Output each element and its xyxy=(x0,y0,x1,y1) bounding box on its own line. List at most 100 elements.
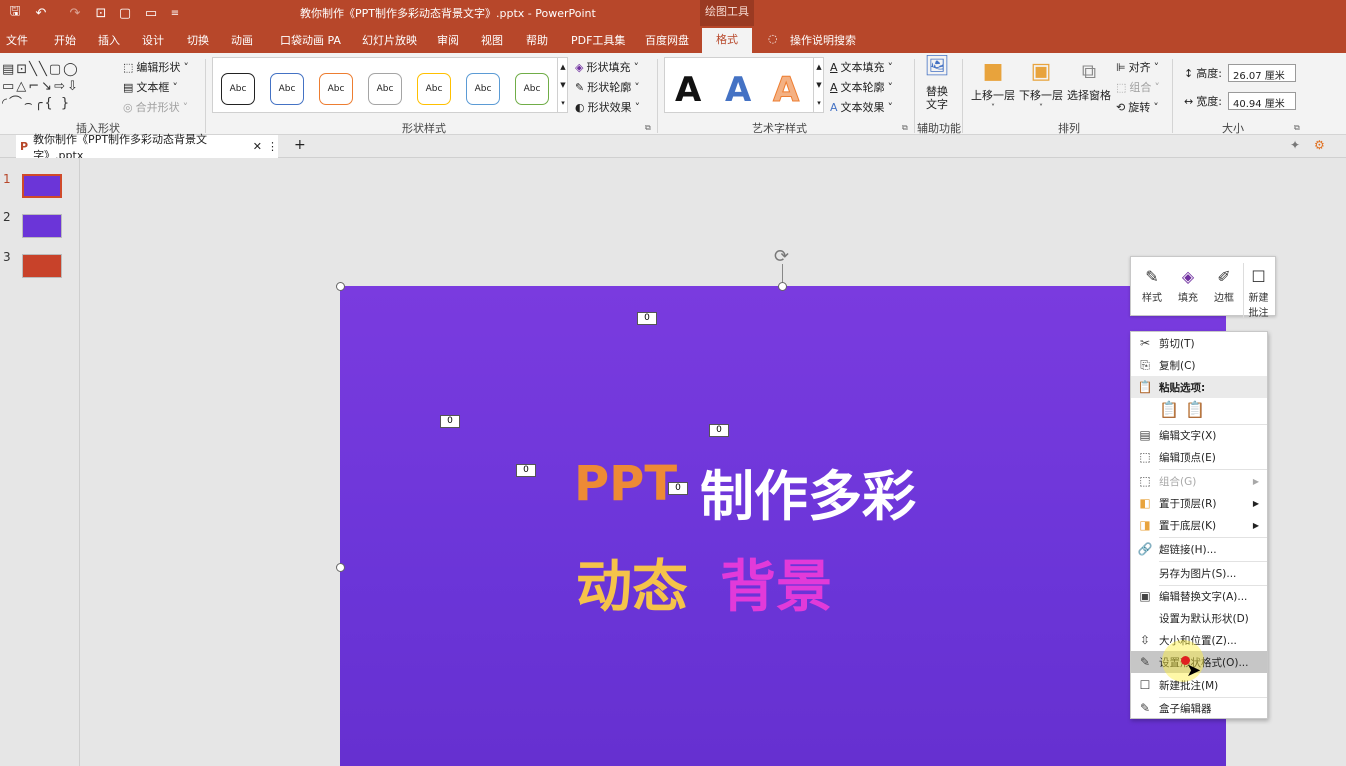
new-tab-icon[interactable]: + xyxy=(294,137,306,153)
title-text-line1[interactable]: 制作多彩 xyxy=(700,452,916,531)
shape-styles-gallery[interactable]: Abc Abc Abc Abc Abc Abc Abc ▲ ▼ ▾ xyxy=(212,57,568,113)
dialog-launcher-icon[interactable]: ⧉ xyxy=(645,123,651,133)
title-bar: 🖫 ↶ ↷ ⊡ ▢ ▭ ≡ 教你制作《PPT制作多彩动态背景文字》.pptx -… xyxy=(0,0,1346,26)
comment-icon: ☐ xyxy=(1139,678,1151,692)
text-fill-button[interactable]: A 文本填充 ˅ xyxy=(830,59,893,75)
slide[interactable]: 0 0 0 0 PPT 制作多彩 0 动态 背景 xyxy=(340,286,1226,766)
tab-view[interactable]: 视图 xyxy=(481,32,503,48)
menu-item-group[interactable]: ⬚ 组合(G) ▶ xyxy=(1131,470,1267,492)
style-preset-orange[interactable]: Abc xyxy=(319,73,353,105)
slide-thumbnail-3[interactable] xyxy=(22,254,62,278)
tab-animations[interactable]: 动画 xyxy=(231,32,253,48)
merge-shapes-button[interactable]: ◎ 合并形状 ˅ xyxy=(123,99,188,115)
tab-insert[interactable]: 插入 xyxy=(98,32,120,48)
merge-shapes-icon: ◎ xyxy=(123,100,133,114)
style-preset-gray[interactable]: Abc xyxy=(368,73,402,105)
new-comment-button[interactable]: ☐ 新建 批注 xyxy=(1243,263,1273,319)
group-label-size: 大小 xyxy=(1222,122,1244,135)
style-preset-lightblue[interactable]: Abc xyxy=(466,73,500,105)
tab-format[interactable]: 格式 xyxy=(702,28,752,53)
text-box-button[interactable]: ▤ 文本框 ˅ xyxy=(123,79,178,95)
window-title: 教你制作《PPT制作多彩动态背景文字》.pptx - PowerPoint xyxy=(300,7,596,20)
tab-transitions[interactable]: 切换 xyxy=(187,32,209,48)
height-input[interactable]: 26.07 厘米 xyxy=(1228,64,1296,82)
title-text-dynamic[interactable]: 动态 xyxy=(576,542,688,623)
align-button[interactable]: ⊫ 对齐 ˅ xyxy=(1116,59,1159,75)
more-icon[interactable]: ⋮ xyxy=(267,140,278,153)
wordart-blue[interactable]: A xyxy=(725,70,751,110)
text-outline-button[interactable]: A 文本轮廓 ˅ xyxy=(830,79,893,95)
style-preset-blue[interactable]: Abc xyxy=(270,73,304,105)
shape-effects-button[interactable]: ◐ 形状效果 ˅ xyxy=(575,99,640,115)
rotate-button[interactable]: ⟲ 旋转 ˅ xyxy=(1116,99,1159,115)
wordart-gallery[interactable]: A A A ▲ ▼ ▾ xyxy=(664,57,824,113)
alt-text-button[interactable]: 🖼 替换 文字 xyxy=(920,55,954,111)
text-fill-icon: A xyxy=(830,60,838,74)
edit-shape-button[interactable]: ⬚ 编辑形状 ˅ xyxy=(123,59,189,75)
pin-icon[interactable]: ✦ xyxy=(1290,138,1300,152)
open-folder-icon[interactable]: ▭ xyxy=(142,4,160,22)
style-preset-green[interactable]: Abc xyxy=(515,73,549,105)
shape-fill-button[interactable]: ◈ 形状填充 ˅ xyxy=(575,59,639,75)
menu-item-box-editor[interactable]: ✎ 盒子编辑器 xyxy=(1131,697,1267,719)
gallery-scroll[interactable]: ▲ ▼ ▾ xyxy=(557,58,568,112)
fill-button[interactable]: ◈ 填充 xyxy=(1173,263,1203,305)
wordart-orange[interactable]: A xyxy=(772,70,799,111)
slide-thumbnail-2[interactable] xyxy=(22,214,62,238)
resize-handle[interactable] xyxy=(778,282,787,291)
close-tab-icon[interactable]: ✕ xyxy=(253,140,262,153)
bring-forward-button[interactable]: ■ 上移一层 ˅ xyxy=(970,59,1016,112)
group-button[interactable]: ⬚ 组合 ˅ xyxy=(1116,79,1160,95)
menu-item-bring-to-front[interactable]: ◧ 置于顶层(R) ▶ xyxy=(1131,492,1267,514)
new-file-icon[interactable]: ▢ xyxy=(116,4,134,22)
send-backward-button[interactable]: ▣ 下移一层 ˅ xyxy=(1018,59,1064,112)
menu-item-send-to-back[interactable]: ◨ 置于底层(K) ▶ xyxy=(1131,514,1267,536)
settings-icon[interactable]: ⚙ xyxy=(1314,138,1325,152)
tab-file[interactable]: 文件 xyxy=(6,32,28,48)
border-button[interactable]: ✐ 边框 xyxy=(1209,263,1239,305)
tab-design[interactable]: 设计 xyxy=(142,32,164,48)
tell-me-search[interactable]: 操作说明搜索 xyxy=(790,32,856,48)
wordart-scroll[interactable]: ▲ ▼ ▾ xyxy=(813,58,824,112)
tab-baidu[interactable]: 百度网盘 xyxy=(645,32,689,48)
wordart-black[interactable]: A xyxy=(675,70,701,110)
customize-qat-icon[interactable]: ≡ xyxy=(166,4,184,22)
tab-pocket-animation[interactable]: 口袋动画 PA xyxy=(280,32,341,48)
title-text-ppt[interactable]: PPT xyxy=(574,456,677,512)
style-preset-black[interactable]: Abc xyxy=(221,73,255,105)
tab-slideshow[interactable]: 幻灯片放映 xyxy=(362,32,417,48)
title-text-background[interactable]: 背景 xyxy=(720,542,832,623)
shapes-gallery[interactable]: ▤⊡╲╲▢◯ ▭△⌐↘⇨⇩ ◜⌒⌢╭{ } xyxy=(2,61,106,111)
shape-outline-button[interactable]: ✎ 形状轮廓 ˅ xyxy=(575,79,640,95)
dialog-launcher-icon[interactable]: ⧉ xyxy=(902,123,908,133)
tab-pdf-tools[interactable]: PDF工具集 xyxy=(571,32,625,48)
style-preset-gold[interactable]: Abc xyxy=(417,73,451,105)
slide-thumbnail-1[interactable] xyxy=(22,174,62,198)
document-tab[interactable]: P 教你制作《PPT制作多彩动态背景文字》.pptx ✕ ⋮ xyxy=(16,133,278,162)
menu-item-cut[interactable]: ✂ 剪切(T) xyxy=(1131,332,1267,354)
paste-picture-icon[interactable]: 📋 xyxy=(1185,400,1205,419)
menu-item-copy[interactable]: ⎘ 复制(C) xyxy=(1131,354,1267,376)
paste-icon: 📋 xyxy=(1137,380,1153,394)
selection-pane-button[interactable]: ⧉ 选择窗格 xyxy=(1066,59,1112,103)
text-effects-button[interactable]: A 文本效果 ˅ xyxy=(830,99,893,115)
save-icon[interactable]: 🖫 xyxy=(6,4,24,22)
menu-item-edit-alt-text[interactable]: ▣ 编辑替换文字(A)... xyxy=(1131,585,1267,607)
dialog-launcher-icon[interactable]: ⧉ xyxy=(1294,123,1300,133)
menu-item-edit-text[interactable]: ▤ 编辑文字(X) xyxy=(1131,424,1267,446)
paste-keep-source-icon[interactable]: 📋 xyxy=(1159,400,1179,419)
resize-handle[interactable] xyxy=(336,282,345,291)
style-button[interactable]: ✎ 样式 xyxy=(1137,263,1167,305)
slideshow-icon[interactable]: ⊡ xyxy=(92,4,110,22)
resize-handle[interactable] xyxy=(336,563,345,572)
menu-item-save-as-picture[interactable]: 另存为图片(S)... xyxy=(1131,562,1267,584)
undo-icon[interactable]: ↶ xyxy=(32,4,50,22)
menu-item-set-default-shape[interactable]: 设置为默认形状(D) xyxy=(1131,607,1267,629)
menu-item-hyperlink[interactable]: 🔗 超链接(H)... xyxy=(1131,538,1267,560)
tab-help[interactable]: 帮助 xyxy=(526,32,548,48)
redo-icon[interactable]: ↷ xyxy=(66,4,84,22)
tab-review[interactable]: 审阅 xyxy=(437,32,459,48)
width-input[interactable]: 40.94 厘米 xyxy=(1228,92,1296,110)
tab-home[interactable]: 开始 xyxy=(54,32,76,48)
menu-item-edit-points[interactable]: ⬚ 编辑顶点(E) xyxy=(1131,446,1267,468)
